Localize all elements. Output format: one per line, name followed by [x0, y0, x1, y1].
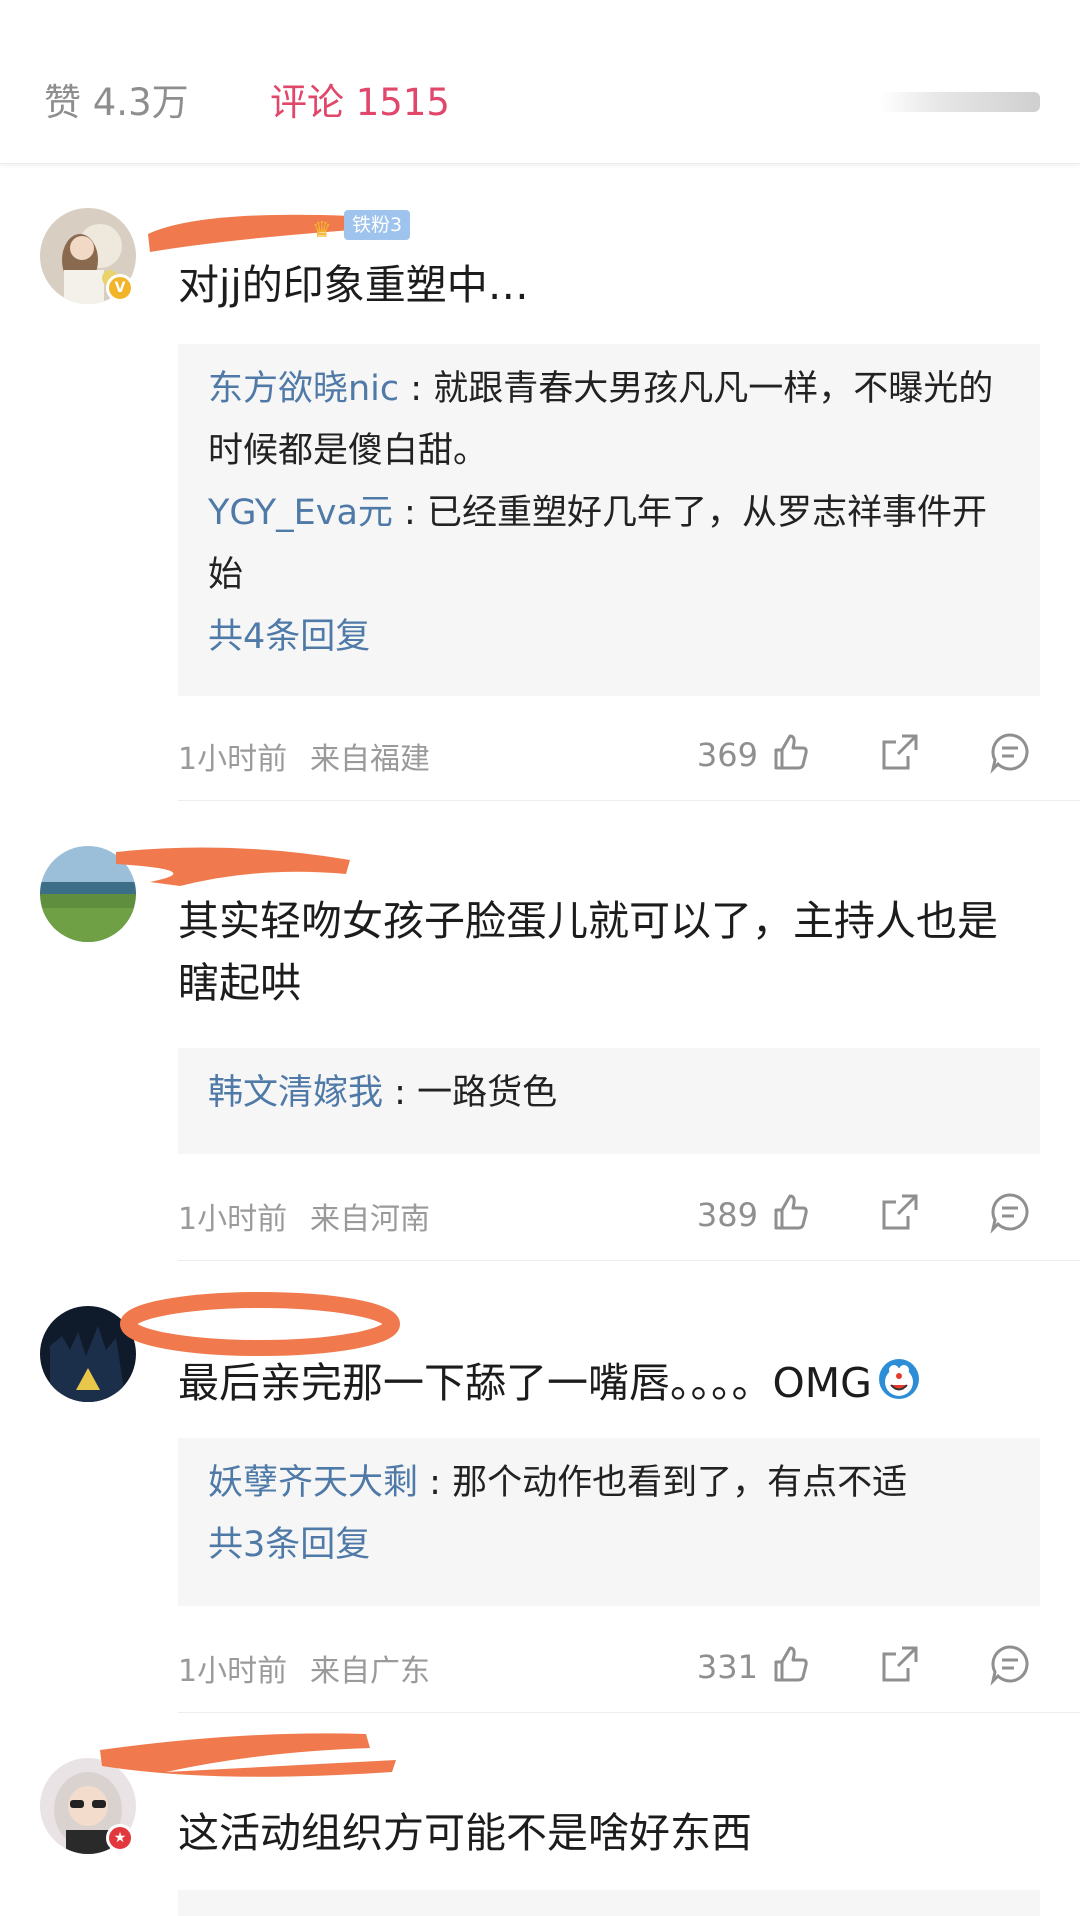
reply-username[interactable]: YGY_Eva元	[208, 493, 393, 533]
divider	[178, 1260, 1080, 1261]
comment-location: 来自福建	[310, 742, 430, 777]
doraemon-emoji-icon	[878, 1355, 920, 1417]
comment-time: 1小时前	[178, 1654, 288, 1689]
comment-location: 来自河南	[310, 1202, 430, 1237]
comment-icon[interactable]	[988, 1190, 1032, 1234]
reply-username[interactable]: 东方欲晓nic	[208, 369, 399, 409]
reply-item: YGY_Eva元 : 已经重塑好几年了，从罗志祥事件开始	[208, 493, 987, 595]
reply-preview-box[interactable]: 东方欲晓nic : 就跟青春大男孩凡凡一样，不曝光的时候都是傻白甜。 YGY_E…	[178, 344, 1040, 696]
divider	[178, 800, 1080, 801]
comment-text: 最后亲完那一下舔了一嘴唇。。。。OMG	[178, 1352, 1038, 1417]
thumbs-up-icon[interactable]	[768, 1642, 812, 1686]
fan-badge: 铁粉3	[344, 210, 411, 240]
reply-username[interactable]: 韩文清嫁我	[208, 1073, 383, 1113]
vip-badge-icon: ★	[106, 1824, 134, 1852]
reply-preview-box[interactable]: 韩文清嫁我 : 一路货色	[178, 1048, 1040, 1154]
divider	[178, 1712, 1080, 1713]
view-all-replies-link[interactable]: 共4条回复	[208, 606, 1010, 668]
comment-meta: 1小时前 来自福建 369	[178, 724, 1040, 784]
comment-text: 其实轻吻女孩子脸蛋儿就可以了，主持人也是瞎起哄	[178, 897, 998, 1007]
comment-meta: 1小时前 来自广东 331	[178, 1636, 1040, 1696]
thumbs-up-icon[interactable]	[768, 730, 812, 774]
reply-item: 韩文清嫁我 : 一路货色	[208, 1073, 558, 1113]
comment-icon[interactable]	[988, 730, 1032, 774]
like-count: 369	[696, 736, 758, 774]
reply-username[interactable]: 妖孽齐天大剩	[208, 1463, 418, 1503]
comment-tab-bar: 赞 4.3万 评论 1515	[0, 0, 1080, 164]
comment-time: 1小时前	[178, 742, 288, 777]
comment-icon[interactable]	[988, 1642, 1032, 1686]
thumbs-up-icon[interactable]	[768, 1190, 812, 1234]
redacted-username	[96, 1720, 396, 1794]
comment-time: 1小时前	[178, 1202, 288, 1237]
tab-comments[interactable]: 评论 1515	[270, 72, 450, 126]
reply-item: 妖孽齐天大剩 : 那个动作也看到了，有点不适	[208, 1463, 908, 1503]
comment-text: 对jj的印象重塑中…	[178, 261, 529, 309]
reply-item: 东方欲晓nic : 就跟青春大男孩凡凡一样，不曝光的时候都是傻白甜。	[208, 369, 994, 471]
comment-text: 这活动组织方可能不是啥好东西	[178, 1809, 752, 1857]
share-icon[interactable]	[878, 1190, 922, 1234]
crown-icon: ♛	[312, 218, 332, 243]
verified-badge-icon: V	[106, 274, 134, 302]
reply-text: 那个动作也看到了，有点不适	[452, 1463, 908, 1503]
blurred-region	[880, 92, 1040, 112]
reply-text: 一路货色	[417, 1073, 558, 1113]
share-icon[interactable]	[878, 1642, 922, 1686]
like-count: 331	[696, 1648, 758, 1686]
view-all-replies-link[interactable]: 共3条回复	[208, 1514, 1010, 1576]
share-icon[interactable]	[878, 730, 922, 774]
reply-preview-box[interactable]	[178, 1890, 1040, 1916]
tab-likes[interactable]: 赞 4.3万	[44, 72, 189, 126]
reply-preview-box[interactable]: 妖孽齐天大剩 : 那个动作也看到了，有点不适 共3条回复	[178, 1438, 1040, 1606]
like-count: 389	[696, 1196, 758, 1234]
comment-meta: 1小时前 来自河南 389	[178, 1184, 1040, 1244]
comment-location: 来自广东	[310, 1654, 430, 1689]
